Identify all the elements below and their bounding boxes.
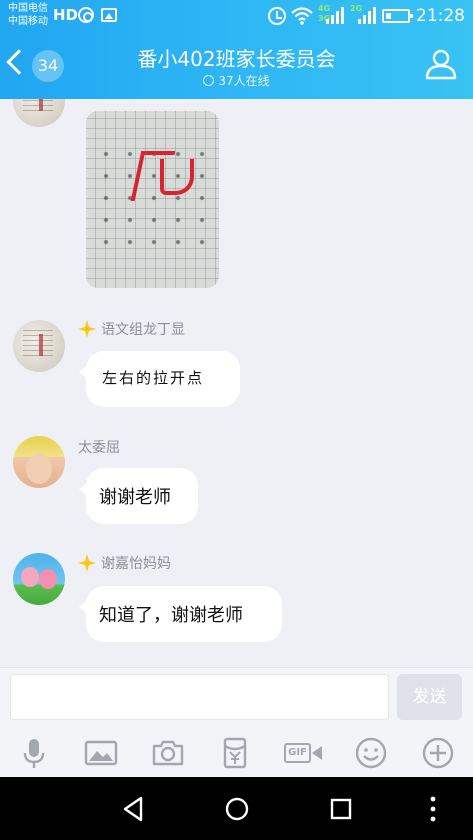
carrier-1: 中国电信 [8,3,48,14]
carrier-2: 中国移动 [8,16,48,27]
hd-icon: HD [53,6,79,24]
wifi-icon [291,7,313,25]
chat-header: 34 番小402班家长委员会 37人在线 [0,34,473,99]
gif-icon[interactable]: GIF [284,735,322,771]
composer: 发送 [0,667,473,729]
back-triangle-icon[interactable] [117,793,149,825]
recents-square-icon[interactable] [325,793,357,825]
composer-toolbar: GIF [0,729,473,777]
message-bubble[interactable]: 知道了，谢谢老师 [79,586,282,642]
sender-name: 语文组龙丁显 [78,319,185,339]
calligraphy-avatar[interactable] [13,99,65,127]
sender-name: 谢嘉怡妈妈 [78,553,171,573]
home-circle-icon[interactable] [221,793,253,825]
online-count: 37人在线 [218,74,270,88]
group-members-icon[interactable] [423,46,459,82]
sender-name-text: 语文组龙丁显 [101,322,185,338]
calligraphy-avatar[interactable] [13,320,65,372]
red-packet-icon[interactable] [217,735,253,771]
sender-name-text: 谢嘉怡妈妈 [101,556,171,572]
signal-icon: 4G 3G [318,4,344,26]
gif-label: GIF [284,743,311,763]
image-message[interactable] [86,111,219,288]
status-bar: 中国电信 中国移动 HD 4G 3G 2G 21:28 [0,0,473,34]
camera-icon[interactable] [150,735,186,771]
image-icon[interactable] [83,735,119,771]
message-bubble[interactable]: 谢谢老师 [79,468,198,524]
group-title: 番小402班家长委员会 [137,47,336,71]
battery-icon [382,9,413,23]
star-badge-icon [78,554,96,572]
online-status: 37人在线 [0,72,473,89]
clock: 21:28 [416,6,465,26]
send-button[interactable]: 发送 [397,674,462,720]
message-input[interactable] [10,674,389,720]
top-bar: 中国电信 中国移动 HD 4G 3G 2G 21:28 34 番小402班家长委… [0,0,473,99]
microphone-icon[interactable] [16,735,52,771]
image-icon [101,8,117,22]
message-bubble[interactable]: 左右的拉开点 [79,351,240,407]
plus-icon[interactable] [420,735,456,771]
carrier-names: 中国电信 中国移动 [8,2,48,28]
emoji-icon[interactable] [353,735,389,771]
message-list[interactable]: 语文组龙丁显 左右的拉开点 太委屈 谢谢老师 谢嘉怡妈妈 知道了，谢谢老师 [0,99,473,667]
more-dots-icon[interactable] [417,793,449,825]
online-status-icon [203,75,215,86]
star-badge-icon [78,320,96,338]
nfc-icon [78,7,94,23]
girl-avatar[interactable] [13,436,65,488]
peppa-pig-avatar[interactable] [13,553,65,605]
signal-icon-2: 2G [350,4,376,26]
system-navigation-bar [0,777,473,840]
sender-name: 太委屈 [78,440,120,456]
alarm-icon [268,7,286,25]
